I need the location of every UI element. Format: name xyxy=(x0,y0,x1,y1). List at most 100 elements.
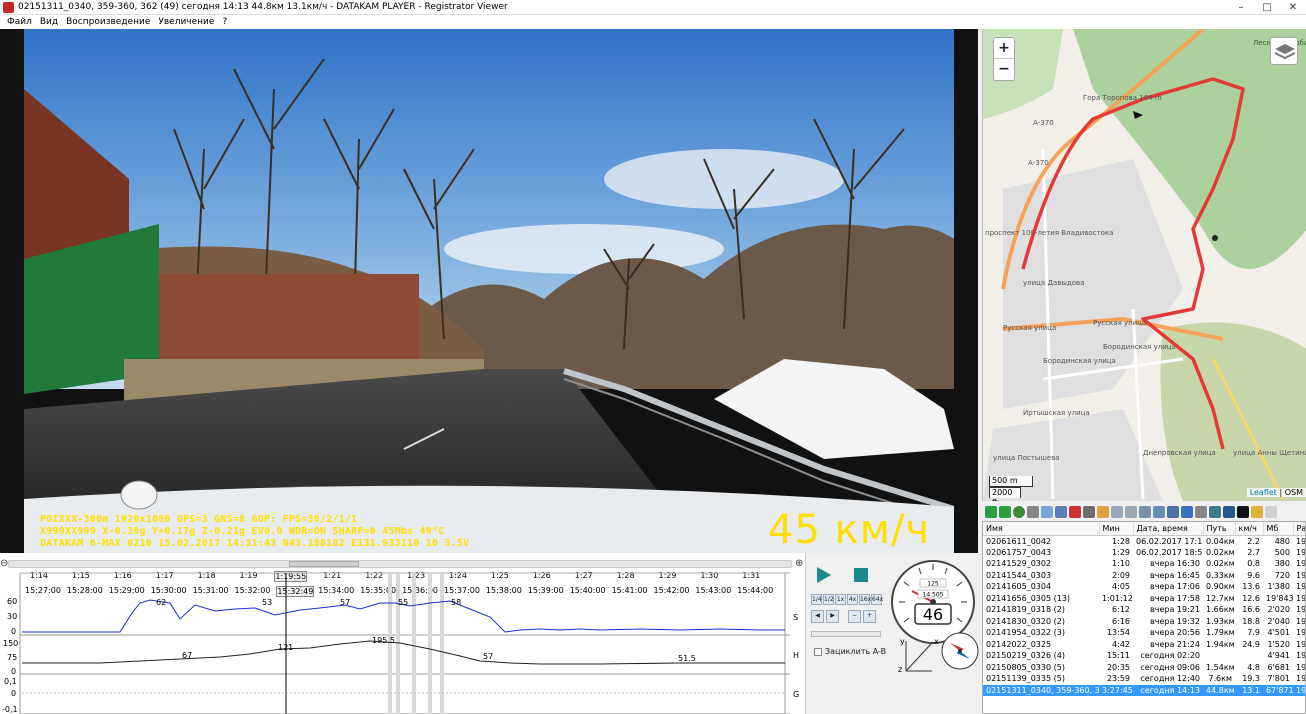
view-icon-1[interactable] xyxy=(1125,506,1137,518)
map-icon[interactable] xyxy=(1209,506,1221,518)
table-row[interactable]: 02141529_0302 1:10 вчера 16:30 0.02км 0.8 380… xyxy=(983,558,1306,570)
menu-help[interactable]: ? xyxy=(218,15,231,29)
view-icon-3[interactable] xyxy=(1153,506,1165,518)
table-cell: 12.6 xyxy=(1242,593,1260,603)
table-row[interactable]: 02141605_0304 4:05 вчера 17:06 0.90км 13.6 1'… xyxy=(983,581,1305,593)
view-icon-2[interactable] xyxy=(1139,506,1151,518)
table-row[interactable]: 02141954_0322 (3) 13:54 вчера 20:56 1.79км 7… xyxy=(983,627,1306,639)
table-cell: 0.04км xyxy=(1206,536,1235,546)
arrow-icon[interactable] xyxy=(1111,506,1123,518)
map-label-a370-1: А-370 xyxy=(1033,119,1054,127)
table-row[interactable]: 02061611_0042 1:28 06.02.2017 17:13 0.04км 2… xyxy=(983,535,1306,547)
map-layers-button[interactable] xyxy=(1270,37,1298,65)
remove-file-icon[interactable] xyxy=(999,506,1011,518)
g-axis-zero: 0 xyxy=(11,689,17,698)
route-map[interactable]: Лесное кладбище Гора Торопова 164 m А-37… xyxy=(982,29,1306,501)
loop-ab-checkbox[interactable]: Зациклить A-B xyxy=(814,647,886,656)
table-row[interactable]: 02141819_0318 (2) 6:12 вчера 19:21 1.66км 16… xyxy=(983,604,1305,616)
table-cell: вчера 20:56 xyxy=(1150,628,1200,638)
menu-file[interactable]: Файл xyxy=(3,15,36,29)
window-title: 02151311_0340, 359-360, 362 (49) сегодня… xyxy=(18,2,508,12)
rate-button[interactable]: 1/2 xyxy=(823,594,834,605)
table-cell: 1920 xyxy=(1296,628,1306,638)
map-label-100let: проспект 100-летия Владивостока xyxy=(985,229,1114,237)
tools-icon[interactable] xyxy=(1195,506,1207,518)
col-speed[interactable]: км/ч xyxy=(1235,522,1264,536)
rate-button[interactable]: 1x xyxy=(835,594,846,605)
close-button[interactable]: ✕ xyxy=(1284,0,1302,15)
file-list[interactable]: Имя Мин Дата, время Путь км/ч Мб Ра 0206… xyxy=(982,521,1306,714)
col-name[interactable]: Имя xyxy=(983,522,1100,536)
speed-peak-3: 57 xyxy=(340,598,351,607)
map-label-borodinskaya-1: Бородинская улица xyxy=(1043,357,1116,365)
height-label-5: 51.5 xyxy=(678,654,696,663)
table-row[interactable]: 02151311_0340, 359-360, 362 (49)3:27:45с… xyxy=(983,684,1305,696)
folder-icon[interactable] xyxy=(1251,506,1263,518)
table-row[interactable]: 02141544_0303 2:09 вчера 16:45 0.33км 9.6 720… xyxy=(983,570,1305,582)
minimize-button[interactable]: – xyxy=(1232,0,1250,15)
col-min[interactable]: Мин xyxy=(1099,522,1134,536)
film-icon[interactable] xyxy=(1237,506,1249,518)
delete-icon[interactable] xyxy=(1069,506,1081,518)
copy-icon[interactable] xyxy=(1041,506,1053,518)
table-cell: 1920 xyxy=(1296,559,1306,569)
next-frame-button[interactable]: ▶ xyxy=(826,610,839,623)
menu-zoom[interactable]: Увеличение xyxy=(154,15,218,29)
osm-link[interactable]: OSM xyxy=(1285,488,1303,497)
table-header: Имя Мин Дата, время Путь км/ч Мб Ра xyxy=(983,522,1305,536)
table-cell: 500 xyxy=(1274,547,1290,557)
table-row[interactable]: 02151139_0335 (5) 23:59 сегодня 12:40 7.6км… xyxy=(983,673,1305,685)
add-file-icon[interactable] xyxy=(985,506,997,518)
view-icon-4[interactable] xyxy=(1167,506,1179,518)
table-row[interactable]: 02150805_0330 (5) 20:35 сегодня 09:06 1.54к… xyxy=(983,662,1305,674)
col-res[interactable]: Ра xyxy=(1293,522,1305,536)
telemetry-graphs[interactable] xyxy=(0,553,805,714)
prev-frame-button[interactable]: ◀ xyxy=(811,610,824,623)
col-mb[interactable]: Мб xyxy=(1263,522,1294,536)
table-cell: вчера 17:06 xyxy=(1150,582,1200,592)
rate-button[interactable]: 1/4 xyxy=(811,594,822,605)
rate-button[interactable]: 4x xyxy=(847,594,858,605)
table-row[interactable]: 02141656_0305 (13) 1:01:12 вчера 17:58 12.7… xyxy=(983,593,1305,605)
table-row[interactable]: 02061757_0043 1:29 06.02.2017 18:59 0.02км 2… xyxy=(983,547,1305,559)
table-row[interactable]: 02150219_0326 (4) 15:11 сегодня 02:20 4'941… xyxy=(983,650,1305,662)
cut-icon[interactable] xyxy=(1097,506,1109,518)
map-scale: 500 m 2000 ft xyxy=(989,476,1033,501)
table-row[interactable]: 02141830_0320 (2) 6:16 вчера 19:32 1.93км 18… xyxy=(983,616,1305,628)
rate-button[interactable]: 64x xyxy=(871,594,883,605)
video-player[interactable]: X999XX999 X-0.39g Y+0.17g Z-0.21g EV0.0 … xyxy=(0,29,978,553)
table-cell: 02151139_0335 (5) xyxy=(986,674,1065,684)
table-cell: 20:35 xyxy=(1106,662,1130,672)
menu-playback[interactable]: Воспроизведение xyxy=(62,15,154,29)
refresh-icon[interactable] xyxy=(1013,506,1025,518)
chart-icon[interactable] xyxy=(1223,506,1235,518)
timeline-panel[interactable]: ⊖ ⊕ 1:14 1:15 1:16 1:17 1:18 1:19 1:19:55 1:21 1… xyxy=(0,553,805,714)
camera-icon[interactable] xyxy=(1083,506,1095,518)
table-cell: 2'040 xyxy=(1267,616,1290,626)
leaflet-link[interactable]: Leaflet xyxy=(1250,488,1277,497)
zoom-out-video-button[interactable]: − xyxy=(848,610,861,623)
table-cell: 1:10 xyxy=(1112,559,1130,569)
stop-icon[interactable] xyxy=(854,568,868,582)
g-axis-plus: 0,1 xyxy=(4,677,17,686)
loop-ab-box[interactable] xyxy=(814,647,822,656)
volume-slider[interactable] xyxy=(811,631,881,637)
play-icon[interactable] xyxy=(817,567,831,583)
menu-view[interactable]: Вид xyxy=(36,15,62,29)
save-icon[interactable] xyxy=(1055,506,1067,518)
rate-button[interactable]: 16x xyxy=(859,594,871,605)
table-cell: вчера 21:24 xyxy=(1150,639,1200,649)
globe-icon[interactable] xyxy=(1181,506,1193,518)
settings-icon[interactable] xyxy=(1265,506,1277,518)
maximize-button[interactable]: □ xyxy=(1258,0,1276,15)
zoom-in-video-button[interactable]: + xyxy=(863,610,876,623)
table-cell: 1920 xyxy=(1296,536,1306,546)
table-cell: 1.66км xyxy=(1206,605,1235,615)
map-zoom-out-button[interactable]: − xyxy=(994,59,1014,80)
col-datetime[interactable]: Дата, время xyxy=(1133,522,1204,536)
map-zoom-in-button[interactable]: + xyxy=(994,38,1014,59)
table-cell: 19.3 xyxy=(1242,674,1260,684)
col-path[interactable]: Путь xyxy=(1203,522,1236,536)
table-row[interactable]: 02142022_0325 4:42 вчера 21:24 1.94км 24.9 1'… xyxy=(983,639,1305,651)
video-frame[interactable] xyxy=(24,29,954,553)
